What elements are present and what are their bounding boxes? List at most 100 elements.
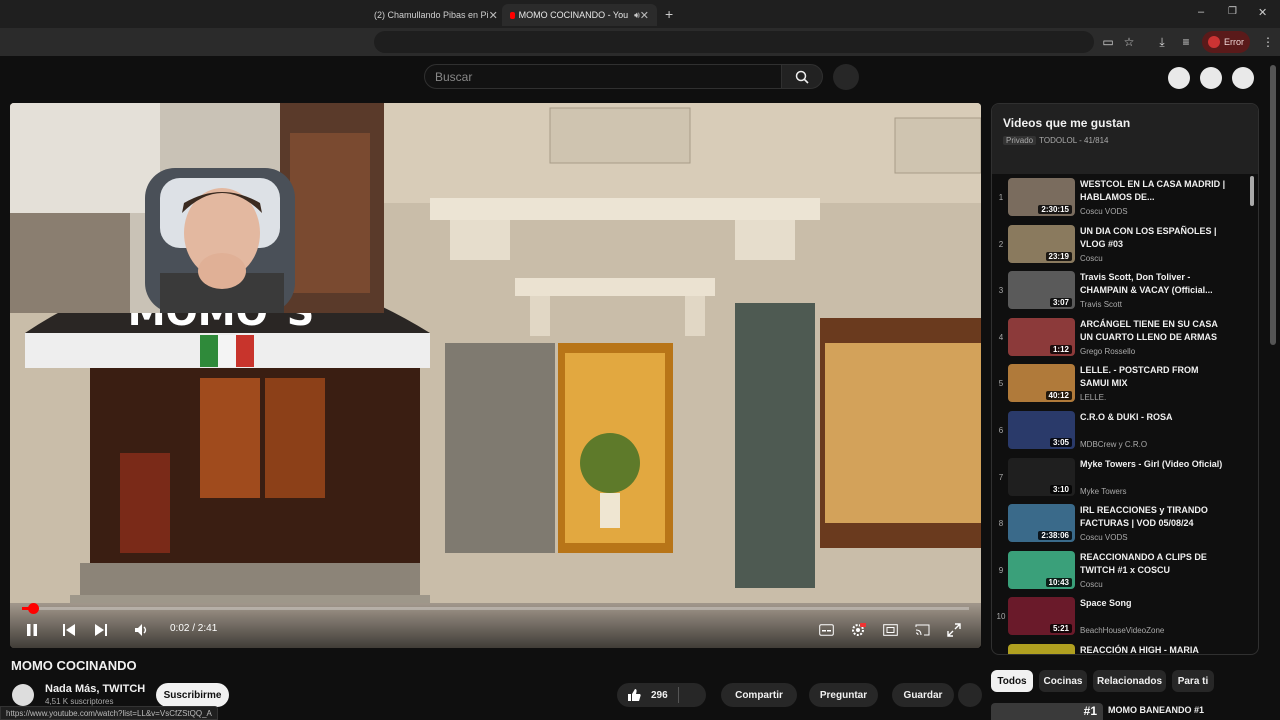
link-status-url: https://www.youtube.com/watch?list=LL&v=…: [0, 706, 218, 720]
like-button[interactable]: 296: [627, 688, 668, 702]
playlist-item-title: REACCIONANDO A CLIPS DE TWITCH #1 x COSC…: [1080, 551, 1207, 575]
playlist-item-index: 3: [998, 286, 1004, 296]
playlist-item-thumbnail: 3:07: [1008, 271, 1075, 310]
tab-chamullando[interactable]: (2) Chamullando Pibas en Pi ✕: [366, 4, 502, 26]
ask-button[interactable]: Preguntar: [809, 683, 878, 707]
recommended-video[interactable]: #1 MOMO BANEANDO #1: [991, 703, 1280, 720]
playlist-item-index: 6: [998, 426, 1004, 435]
streamer-webcam-overlay: [10, 103, 384, 313]
playlist-item[interactable]: 7 3:10 Myke Towers - Girl (Video Oficial) M…: [992, 457, 1258, 503]
playlist-item-thumbnail: 3:05: [1008, 411, 1075, 449]
playlist-scrollbar[interactable]: [1250, 176, 1254, 206]
profile-error-button[interactable]: Error: [1202, 31, 1250, 53]
pause-button[interactable]: [24, 621, 40, 639]
cast-icon[interactable]: ▭: [1100, 34, 1116, 50]
playlist-panel: Videos que me gustan Privado TODOLOL - 4…: [991, 103, 1259, 655]
playlist-item[interactable]: 6 3:05 C.R.O & DUKI - ROSA MDBCrew y C.R.O: [992, 410, 1258, 456]
playlist-item[interactable]: 10 5:21 Space Song BeachHouseVideoZone: [992, 596, 1258, 642]
close-tab-icon[interactable]: ✕: [640, 9, 649, 22]
privacy-badge: Privado: [1003, 136, 1037, 145]
reading-list-icon[interactable]: ≡: [1178, 34, 1194, 50]
playlist-item[interactable]: 1 2:30:15 WESTCOL EN LA CASA MADRID | HABL…: [992, 177, 1258, 223]
playlist-item-title: Travis Scott, Don Toliver - CHAMPAIN & V…: [1080, 272, 1213, 296]
playlist-item-title: UN DIA CON LOS ESPAÑOLES | VLOG #03: [1080, 225, 1217, 249]
share-button[interactable]: Compartir: [721, 683, 797, 707]
gear-icon: [852, 623, 866, 636]
settings-button[interactable]: [849, 621, 867, 639]
maximize-icon[interactable]: ❐: [1228, 6, 1237, 17]
chip-cocinas[interactable]: Cocinas: [1039, 670, 1087, 692]
address-bar[interactable]: [374, 31, 1094, 53]
playlist-item-index: 10: [996, 612, 1006, 622]
playlist-item[interactable]: 5 40:12 LELLE. - POSTCARD FROM SAMUI MIX LE…: [992, 363, 1258, 409]
playlist-item-title: IRL REACCIONES y TIRANDO FACTURAS | VOD …: [1080, 505, 1208, 529]
playlist-item[interactable]: 3 3:07 Travis Scott, Don Toliver - CHAMPAI…: [992, 270, 1258, 316]
page-scrollbar[interactable]: [1270, 65, 1276, 345]
pause-icon: [27, 624, 37, 636]
duration-badge: 5:21: [1049, 624, 1072, 634]
chip-todos[interactable]: Todos: [991, 670, 1033, 692]
video-player[interactable]: MOMO´S: [10, 103, 981, 648]
notifications-icon[interactable]: [1200, 67, 1222, 89]
playlist-item-thumbnail: 23:19: [1008, 224, 1075, 263]
save-button[interactable]: Guardar: [892, 683, 954, 707]
playlist-item-channel: Coscu: [1080, 579, 1103, 589]
bookmark-star-icon[interactable]: ☆: [1121, 34, 1137, 50]
playlist-item-index: 1: [998, 193, 1004, 202]
playlist-item-title: WESTCOL EN LA CASA MADRID | HABLAMOS DE.…: [1080, 179, 1226, 202]
recommended-thumbnail-badge: #1: [1083, 704, 1097, 718]
minimize-icon[interactable]: –: [1198, 6, 1204, 18]
video-time-display: 0:02 / 2:41: [170, 623, 218, 634]
browser-menu-icon[interactable]: ⋮: [1260, 34, 1276, 50]
cast-button[interactable]: [913, 621, 931, 639]
voice-search-button[interactable]: [833, 64, 859, 90]
more-actions-button[interactable]: [958, 683, 982, 707]
playlist-item[interactable]: 4 1:12 ARCÁNGEL TIENE EN SU CASA UN CUARTO…: [992, 317, 1258, 363]
subtitles-button[interactable]: [817, 621, 835, 639]
tab-momo-cocinando[interactable]: MOMO COCINANDO - You 🔊︎ ✕: [502, 4, 657, 26]
subscribe-button[interactable]: Suscribirme: [156, 683, 229, 707]
chip-relacionados[interactable]: Relacionados: [1093, 670, 1166, 692]
youtube-tab-icon: [510, 11, 515, 19]
account-avatar[interactable]: [1232, 67, 1254, 89]
search-icon: [795, 70, 809, 84]
playlist-item-thumbnail: 2:38:06: [1008, 504, 1075, 543]
channel-name[interactable]: Nada Más, TWITCH: [45, 683, 145, 695]
tab-label: (2) Chamullando Pibas en Pi: [374, 10, 489, 20]
playlist-item-thumbnail: 3:10: [1008, 457, 1075, 496]
playlist-item-channel: MDBCrew y C.R.O: [1080, 440, 1148, 449]
volume-button[interactable]: [132, 621, 152, 639]
video-progress-bar[interactable]: [22, 603, 969, 614]
playlist-item[interactable]: 11REACCIÓN A HIGH - MARIA BECERRA CON BI…: [992, 643, 1258, 655]
cast-icon: [915, 624, 929, 636]
playlist-item[interactable]: 2 23:19 UN DIA CON LOS ESPAÑOLES | VLOG #0…: [992, 224, 1258, 270]
playlist-item[interactable]: 9 10:43 REACCIONANDO A CLIPS DE TWITCH #1 …: [992, 550, 1258, 596]
channel-avatar[interactable]: [12, 684, 34, 706]
playlist-item-index: 4: [998, 332, 1004, 342]
playlist-item-title: Space Song: [1080, 598, 1132, 609]
playlist-item-title: REACCIÓN A HIGH - MARIA BECERRA CON BIZA…: [1080, 645, 1199, 655]
playlist-title[interactable]: Videos que me gustan: [1003, 116, 1130, 130]
playlist-item-title: Myke Towers - Girl (Video Oficial): [1080, 458, 1223, 469]
playlist-owner-progress: TODOLOL - 41/814: [1039, 136, 1109, 145]
subtitles-icon: [818, 624, 834, 636]
fullscreen-button[interactable]: [945, 621, 963, 639]
close-window-icon[interactable]: ✕: [1258, 6, 1267, 19]
download-icon[interactable]: ⤓: [1154, 34, 1170, 50]
video-controls-bar: [10, 604, 981, 648]
close-tab-icon[interactable]: ✕: [489, 9, 498, 22]
new-tab-button[interactable]: +: [665, 6, 673, 22]
playlist-item-index: 8: [998, 519, 1004, 529]
playlist-item-thumbnail: 40:12: [1008, 364, 1075, 403]
dislike-button[interactable]: [677, 687, 698, 703]
next-button[interactable]: [92, 621, 110, 639]
create-icon[interactable]: [1168, 67, 1190, 89]
playlist-item-channel: Coscu: [1080, 253, 1103, 263]
miniplayer-button[interactable]: [881, 621, 899, 639]
chip-para-ti[interactable]: Para ti: [1172, 670, 1214, 692]
duration-badge: 2:38:06: [1038, 531, 1072, 541]
previous-button[interactable]: [60, 621, 78, 639]
playlist-item[interactable]: 8 2:38:06 IRL REACCIONES y TIRANDO FACTURA…: [992, 503, 1258, 549]
search-button[interactable]: [781, 64, 823, 89]
search-input[interactable]: Buscar: [424, 64, 782, 89]
